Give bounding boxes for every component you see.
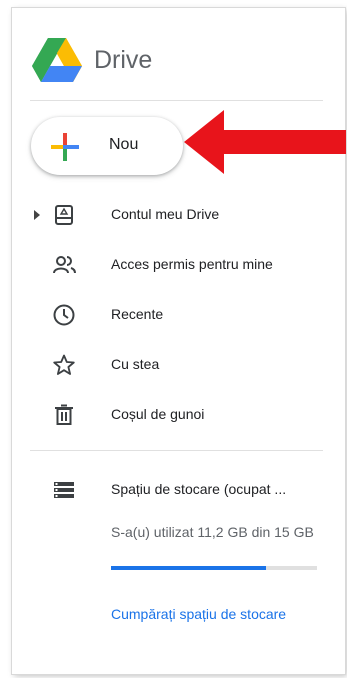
shared-people-icon (52, 253, 76, 277)
drive-sidebar-panel (12, 8, 345, 674)
star-icon (52, 353, 76, 377)
red-arrow-annotation-icon (184, 110, 346, 179)
nav-item-recent[interactable]: Recente (22, 297, 322, 333)
nav-item-label: Recente (111, 306, 164, 322)
storage-usage-bar (111, 566, 317, 570)
google-drive-logo-icon (32, 38, 82, 82)
new-button-label: Nou (109, 136, 139, 153)
new-button[interactable]: Nou (31, 117, 183, 175)
storage-usage-text: S-a(u) utilizat 11,2 GB din 15 GB (111, 524, 314, 540)
nav-item-my-drive[interactable]: Contul meu Drive (22, 197, 322, 233)
my-drive-icon (52, 203, 76, 227)
clock-icon (52, 303, 76, 327)
app-name: Drive (94, 45, 153, 74)
storage-item[interactable]: Spațiu de stocare (ocupat ... (22, 472, 322, 508)
nav-item-label: Cu stea (111, 356, 160, 372)
expand-caret-icon[interactable] (34, 210, 40, 220)
buy-storage-link[interactable]: Cumpărați spațiu de stocare (111, 604, 311, 625)
storage-icon (52, 478, 76, 507)
trash-icon (52, 403, 76, 427)
plus-multicolor-icon (51, 133, 79, 166)
drive-brand[interactable]: Drive (32, 38, 152, 82)
storage-title: Spațiu de stocare (ocupat ... (111, 481, 287, 497)
nav-item-label: Contul meu Drive (111, 206, 220, 222)
header-divider (30, 100, 323, 101)
nav-item-starred[interactable]: Cu stea (22, 347, 322, 383)
nav-item-label: Coșul de gunoi (111, 406, 205, 422)
nav-item-shared-with-me[interactable]: Acces permis pentru mine (22, 247, 322, 283)
storage-usage-bar-fill (111, 566, 266, 570)
nav-item-label: Acces permis pentru mine (111, 256, 273, 272)
storage-divider (30, 450, 323, 451)
nav-item-trash[interactable]: Coșul de gunoi (22, 397, 322, 433)
